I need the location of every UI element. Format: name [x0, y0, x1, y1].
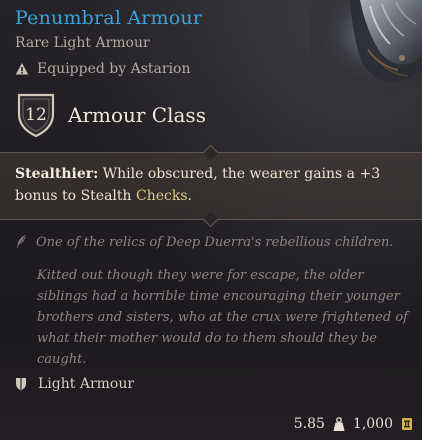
passive-keyword-checks[interactable]: Checks	[136, 188, 188, 204]
lore-section: One of the relics of Deep Duerra's rebel…	[15, 232, 410, 370]
gold-coin-icon	[402, 418, 412, 430]
shield-icon: 12	[16, 92, 56, 138]
item-rarity-type: Rare Light Armour	[15, 35, 150, 51]
weight-icon	[333, 416, 345, 431]
gold-value: 1,000	[352, 416, 393, 432]
armour-type-label: Light Armour	[38, 376, 135, 392]
quill-icon	[17, 235, 26, 249]
item-name: Penumbral Armour	[15, 7, 203, 29]
passive-name: Stealthier:	[15, 166, 99, 182]
armour-class-label: Armour Class	[68, 103, 206, 127]
equipped-by-text: Equipped by Astarion	[37, 61, 191, 77]
band-notch-bottom	[202, 211, 219, 228]
lore-paragraph: Kitted out though they were for escape, …	[37, 268, 408, 367]
item-footer: 5.85 1,000	[294, 416, 413, 432]
armour-class-row: 12 Armour Class	[16, 92, 206, 138]
passive-description: Stealthier: While obscured, the wearer g…	[15, 163, 410, 207]
weight-value: 5.85	[293, 416, 325, 432]
item-tooltip: Penumbral Armour Rare Light Armour Equip…	[0, 0, 422, 440]
equipped-status: Equipped by Astarion	[15, 61, 191, 77]
armour-class-value: 12	[25, 105, 47, 125]
band-notch-top	[202, 144, 219, 161]
armour-type-row: Light Armour	[15, 376, 134, 392]
lore-line-1: One of the relics of Deep Duerra's rebel…	[36, 235, 394, 250]
lore-first-line: One of the relics of Deep Duerra's rebel…	[15, 232, 410, 253]
passive-description-band: Stealthier: While obscured, the wearer g…	[0, 144, 422, 228]
passive-text-after: .	[187, 188, 192, 204]
warning-triangle-icon	[15, 63, 29, 75]
item-art-armour-image	[310, 0, 422, 96]
light-armour-icon	[16, 378, 26, 391]
